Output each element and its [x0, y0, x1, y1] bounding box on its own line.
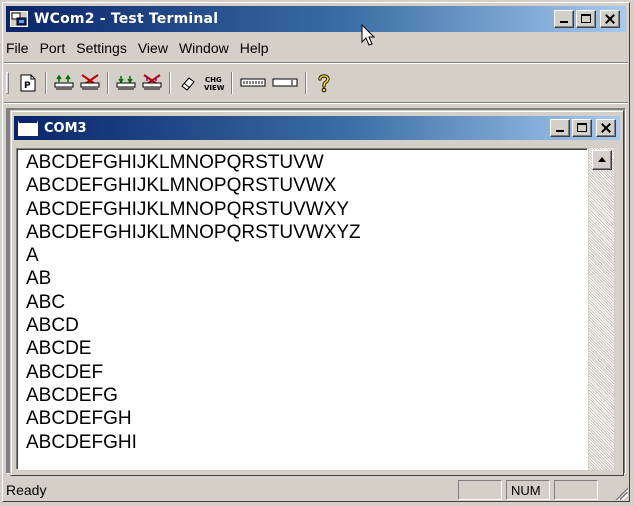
- child-maximize-button[interactable]: [572, 119, 592, 137]
- minimize-icon: [556, 130, 564, 132]
- buffer-button[interactable]: [237, 71, 269, 95]
- connect-all-icon: [116, 76, 136, 90]
- properties-icon: P: [20, 74, 36, 92]
- mouse-cursor-icon: [361, 24, 376, 46]
- buffer-icon: [240, 78, 266, 87]
- terminal-lines: ABCDEFGHIJKLMNOPQRSTUVW ABCDEFGHIJKLMNOPQ…: [26, 151, 361, 454]
- terminal-line: ABCD: [26, 315, 79, 337]
- status-pane-scroll: [554, 480, 598, 500]
- disconnect-all-button[interactable]: [139, 71, 165, 95]
- maximize-button[interactable]: [576, 10, 596, 28]
- terminal-line: A: [26, 245, 39, 267]
- status-text: Ready: [6, 482, 47, 498]
- terminal-line: ABC: [26, 291, 66, 313]
- help-icon: [318, 74, 330, 93]
- vertical-scrollbar[interactable]: [588, 148, 614, 470]
- maximize-icon: [577, 123, 587, 132]
- change-view-button[interactable]: CHG VIEW: [201, 71, 227, 95]
- resize-grip-icon[interactable]: [614, 486, 628, 500]
- minimize-button[interactable]: [554, 10, 574, 28]
- properties-button[interactable]: P: [15, 71, 41, 95]
- scroll-up-button[interactable]: [592, 150, 612, 170]
- svg-text:VIEW: VIEW: [204, 84, 225, 92]
- terminal-line: ABCDEFG: [26, 384, 118, 406]
- toolbar-separator: [169, 72, 171, 94]
- disconnect-port-button[interactable]: [77, 71, 103, 95]
- input-icon: [272, 78, 298, 87]
- maximize-icon: [581, 14, 591, 23]
- app-window: WCom2 - Test Terminal File Port Settings…: [0, 0, 634, 506]
- change-view-icon: CHG VIEW: [204, 76, 225, 92]
- window-title: WCom2 - Test Terminal: [34, 11, 219, 27]
- connect-port-icon: [54, 74, 74, 90]
- toolbar-separator: [107, 72, 109, 94]
- menu-port[interactable]: Port: [40, 38, 73, 58]
- child-close-button[interactable]: [596, 119, 616, 137]
- terminal-line: ABCDEFGHIJKLMNOPQRSTUVW: [26, 152, 324, 173]
- child-window-title: COM3: [44, 120, 87, 136]
- caption-buttons: [552, 10, 620, 28]
- close-button[interactable]: [600, 10, 620, 28]
- toolbar-separator: [231, 72, 233, 94]
- terminal-line: ABCDEFGH: [26, 408, 132, 430]
- disconnect-port-icon: [80, 74, 100, 90]
- child-minimize-button[interactable]: [550, 119, 570, 137]
- status-bar: Ready NUM: [4, 478, 630, 502]
- menu-view[interactable]: View: [138, 38, 175, 58]
- menu-window[interactable]: Window: [179, 38, 236, 58]
- child-caption-buttons: [548, 119, 616, 137]
- svg-text:P: P: [24, 81, 31, 91]
- menu-bar: File Port Settings View Window Help: [6, 36, 280, 60]
- menubar-divider: [4, 62, 628, 64]
- menu-settings[interactable]: Settings: [76, 38, 134, 58]
- app-icon[interactable]: [10, 11, 28, 27]
- status-pane-caps: [458, 480, 502, 500]
- toolbar-divider: [4, 102, 628, 104]
- minimize-icon: [560, 21, 568, 23]
- toolbar-grip[interactable]: [6, 72, 9, 94]
- terminal-line: ABCDEFGHIJKLMNOPQRSTUVWXY: [26, 198, 350, 220]
- menu-file[interactable]: File: [6, 38, 36, 58]
- title-bar[interactable]: WCom2 - Test Terminal: [6, 6, 626, 32]
- toolbar-separator: [305, 72, 307, 94]
- status-pane-num: NUM: [506, 480, 550, 500]
- terminal-line: ABCDEF: [26, 361, 104, 383]
- terminal-line: ABCDE: [26, 338, 92, 360]
- input-button[interactable]: [269, 71, 301, 95]
- help-button[interactable]: [311, 71, 337, 95]
- terminal-line: ABCDEFGHIJKLMNOPQRSTUVWX: [26, 175, 337, 197]
- toolbar-separator: [45, 72, 47, 94]
- toolbar: P CHG VIEW: [6, 68, 337, 98]
- terminal-line: ABCDEFGHIJKLMNOPQRSTUVWXYZ: [26, 221, 361, 243]
- terminal-output[interactable]: ABCDEFGHIJKLMNOPQRSTUVW ABCDEFGHIJKLMNOPQ…: [16, 148, 588, 470]
- connect-port-button[interactable]: [51, 71, 77, 95]
- connect-all-button[interactable]: [113, 71, 139, 95]
- menu-help[interactable]: Help: [240, 38, 276, 58]
- disconnect-all-icon: [142, 74, 162, 90]
- clear-button[interactable]: [175, 71, 201, 95]
- clear-icon: [181, 77, 195, 91]
- terminal-line: AB: [26, 268, 52, 290]
- child-title-bar[interactable]: COM3: [14, 116, 620, 140]
- svg-text:CHG: CHG: [205, 76, 222, 84]
- child-window-icon[interactable]: [18, 120, 38, 136]
- terminal-line: ABCDEFGHI: [26, 431, 137, 453]
